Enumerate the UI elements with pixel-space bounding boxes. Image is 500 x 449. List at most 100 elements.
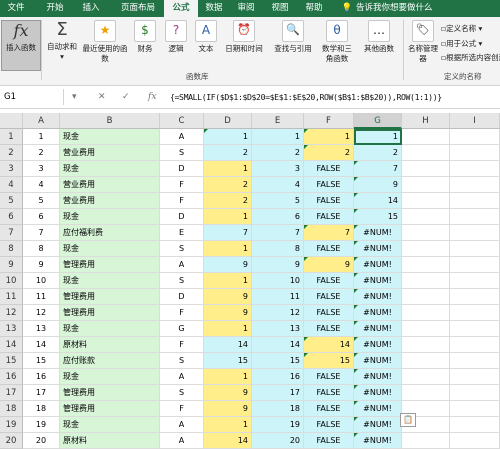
lookup-button[interactable]: 🔍 查找与引用	[270, 20, 316, 54]
cell-g-row-7[interactable]: #NUM!	[354, 225, 402, 241]
cell-a-row-11[interactable]: 11	[23, 289, 60, 305]
cell-c-row-12[interactable]: F	[160, 305, 204, 321]
cell-g-row-11[interactable]: #NUM!	[354, 289, 402, 305]
select-all-corner[interactable]	[0, 113, 23, 129]
cell-b-row-8[interactable]: 现金	[60, 241, 160, 257]
tell-me-search[interactable]: 告诉我你想要做什么	[356, 0, 448, 17]
cell-g-row-15[interactable]: #NUM!	[354, 353, 402, 369]
cell-f-row-13[interactable]: FALSE	[304, 321, 354, 337]
cell-h-row-16[interactable]	[402, 369, 450, 385]
cell-i-row-5[interactable]	[450, 193, 500, 209]
cell-d-row-12[interactable]: 9	[204, 305, 252, 321]
cell-d-row-1[interactable]: 1	[204, 129, 252, 145]
cell-e-row-7[interactable]: 7	[252, 225, 304, 241]
cell-i-row-14[interactable]	[450, 337, 500, 353]
more-functions-button[interactable]: … 其他函数	[358, 20, 400, 54]
define-name-button[interactable]: ▫定义名称 ▾	[441, 23, 482, 34]
cell-b-row-18[interactable]: 管理费用	[60, 401, 160, 417]
cell-h-row-10[interactable]	[402, 273, 450, 289]
cell-e-row-17[interactable]: 17	[252, 385, 304, 401]
cell-f-row-1[interactable]: 1	[304, 129, 354, 145]
cell-g-row-13[interactable]: #NUM!	[354, 321, 402, 337]
column-header-c[interactable]: C	[160, 113, 204, 129]
row-header[interactable]: 15	[0, 353, 23, 369]
cell-h-row-4[interactable]	[402, 177, 450, 193]
cell-h-row-8[interactable]	[402, 241, 450, 257]
cell-h-row-14[interactable]	[402, 337, 450, 353]
cell-a-row-19[interactable]: 19	[23, 417, 60, 433]
tab-view[interactable]: 视图	[266, 0, 294, 17]
column-header-d[interactable]: D	[204, 113, 252, 129]
cell-e-row-6[interactable]: 6	[252, 209, 304, 225]
row-header[interactable]: 6	[0, 209, 23, 225]
cell-c-row-1[interactable]: A	[160, 129, 204, 145]
cell-e-row-19[interactable]: 19	[252, 417, 304, 433]
cell-f-row-16[interactable]: FALSE	[304, 369, 354, 385]
cell-a-row-7[interactable]: 7	[23, 225, 60, 241]
cell-g-row-5[interactable]: 14	[354, 193, 402, 209]
cell-h-row-3[interactable]	[402, 161, 450, 177]
cell-h-row-17[interactable]	[402, 385, 450, 401]
insert-function-button[interactable]: fx 插入函数	[1, 20, 41, 71]
cell-a-row-16[interactable]: 16	[23, 369, 60, 385]
cell-a-row-10[interactable]: 10	[23, 273, 60, 289]
row-header[interactable]: 17	[0, 385, 23, 401]
column-header-e[interactable]: E	[252, 113, 304, 129]
fx-icon[interactable]: fx	[148, 89, 156, 105]
cell-d-row-13[interactable]: 1	[204, 321, 252, 337]
cell-h-row-5[interactable]	[402, 193, 450, 209]
cell-f-row-9[interactable]: 9	[304, 257, 354, 273]
column-header-i[interactable]: I	[450, 113, 500, 129]
name-manager-button[interactable]: 🏷 名称管理器	[406, 20, 440, 64]
row-header[interactable]: 8	[0, 241, 23, 257]
cell-f-row-3[interactable]: FALSE	[304, 161, 354, 177]
tab-file[interactable]: 文件	[4, 0, 28, 17]
tab-formulas[interactable]: 公式	[164, 0, 198, 17]
cell-f-row-11[interactable]: FALSE	[304, 289, 354, 305]
cell-f-row-12[interactable]: FALSE	[304, 305, 354, 321]
cell-g-row-12[interactable]: #NUM!	[354, 305, 402, 321]
cell-a-row-17[interactable]: 17	[23, 385, 60, 401]
tab-data[interactable]: 数据	[200, 0, 228, 17]
cell-a-row-13[interactable]: 13	[23, 321, 60, 337]
tab-home[interactable]: 开始	[40, 0, 70, 17]
cell-g-row-20[interactable]: #NUM!	[354, 433, 402, 449]
cell-c-row-11[interactable]: D	[160, 289, 204, 305]
cell-e-row-10[interactable]: 10	[252, 273, 304, 289]
cell-h-row-6[interactable]	[402, 209, 450, 225]
cell-e-row-15[interactable]: 15	[252, 353, 304, 369]
cell-a-row-12[interactable]: 12	[23, 305, 60, 321]
cell-g-row-1[interactable]: 1	[354, 129, 402, 145]
cell-h-row-20[interactable]	[402, 433, 450, 449]
cell-d-row-20[interactable]: 14	[204, 433, 252, 449]
cell-c-row-17[interactable]: S	[160, 385, 204, 401]
cell-d-row-15[interactable]: 15	[204, 353, 252, 369]
cell-c-row-20[interactable]: A	[160, 433, 204, 449]
cell-d-row-19[interactable]: 1	[204, 417, 252, 433]
cell-i-row-12[interactable]	[450, 305, 500, 321]
row-header[interactable]: 2	[0, 145, 23, 161]
row-header[interactable]: 14	[0, 337, 23, 353]
cell-h-row-7[interactable]	[402, 225, 450, 241]
cell-i-row-11[interactable]	[450, 289, 500, 305]
cell-b-row-9[interactable]: 管理费用	[60, 257, 160, 273]
cell-e-row-1[interactable]: 1	[252, 129, 304, 145]
cell-c-row-15[interactable]: S	[160, 353, 204, 369]
cell-e-row-8[interactable]: 8	[252, 241, 304, 257]
cell-b-row-16[interactable]: 现金	[60, 369, 160, 385]
column-header-b[interactable]: B	[60, 113, 160, 129]
cell-b-row-3[interactable]: 现金	[60, 161, 160, 177]
paste-options-icon[interactable]: 📋	[400, 413, 416, 427]
cell-f-row-5[interactable]: FALSE	[304, 193, 354, 209]
cell-h-row-13[interactable]	[402, 321, 450, 337]
cell-f-row-4[interactable]: FALSE	[304, 177, 354, 193]
cell-d-row-9[interactable]: 9	[204, 257, 252, 273]
cell-d-row-5[interactable]: 2	[204, 193, 252, 209]
finance-button[interactable]: $ 财务	[131, 20, 159, 54]
cell-e-row-4[interactable]: 4	[252, 177, 304, 193]
enter-icon[interactable]: ✓	[122, 89, 130, 105]
cell-b-row-5[interactable]: 营业费用	[60, 193, 160, 209]
column-header-g[interactable]: G	[354, 113, 402, 129]
tab-review[interactable]: 审阅	[232, 0, 260, 17]
cell-c-row-14[interactable]: F	[160, 337, 204, 353]
